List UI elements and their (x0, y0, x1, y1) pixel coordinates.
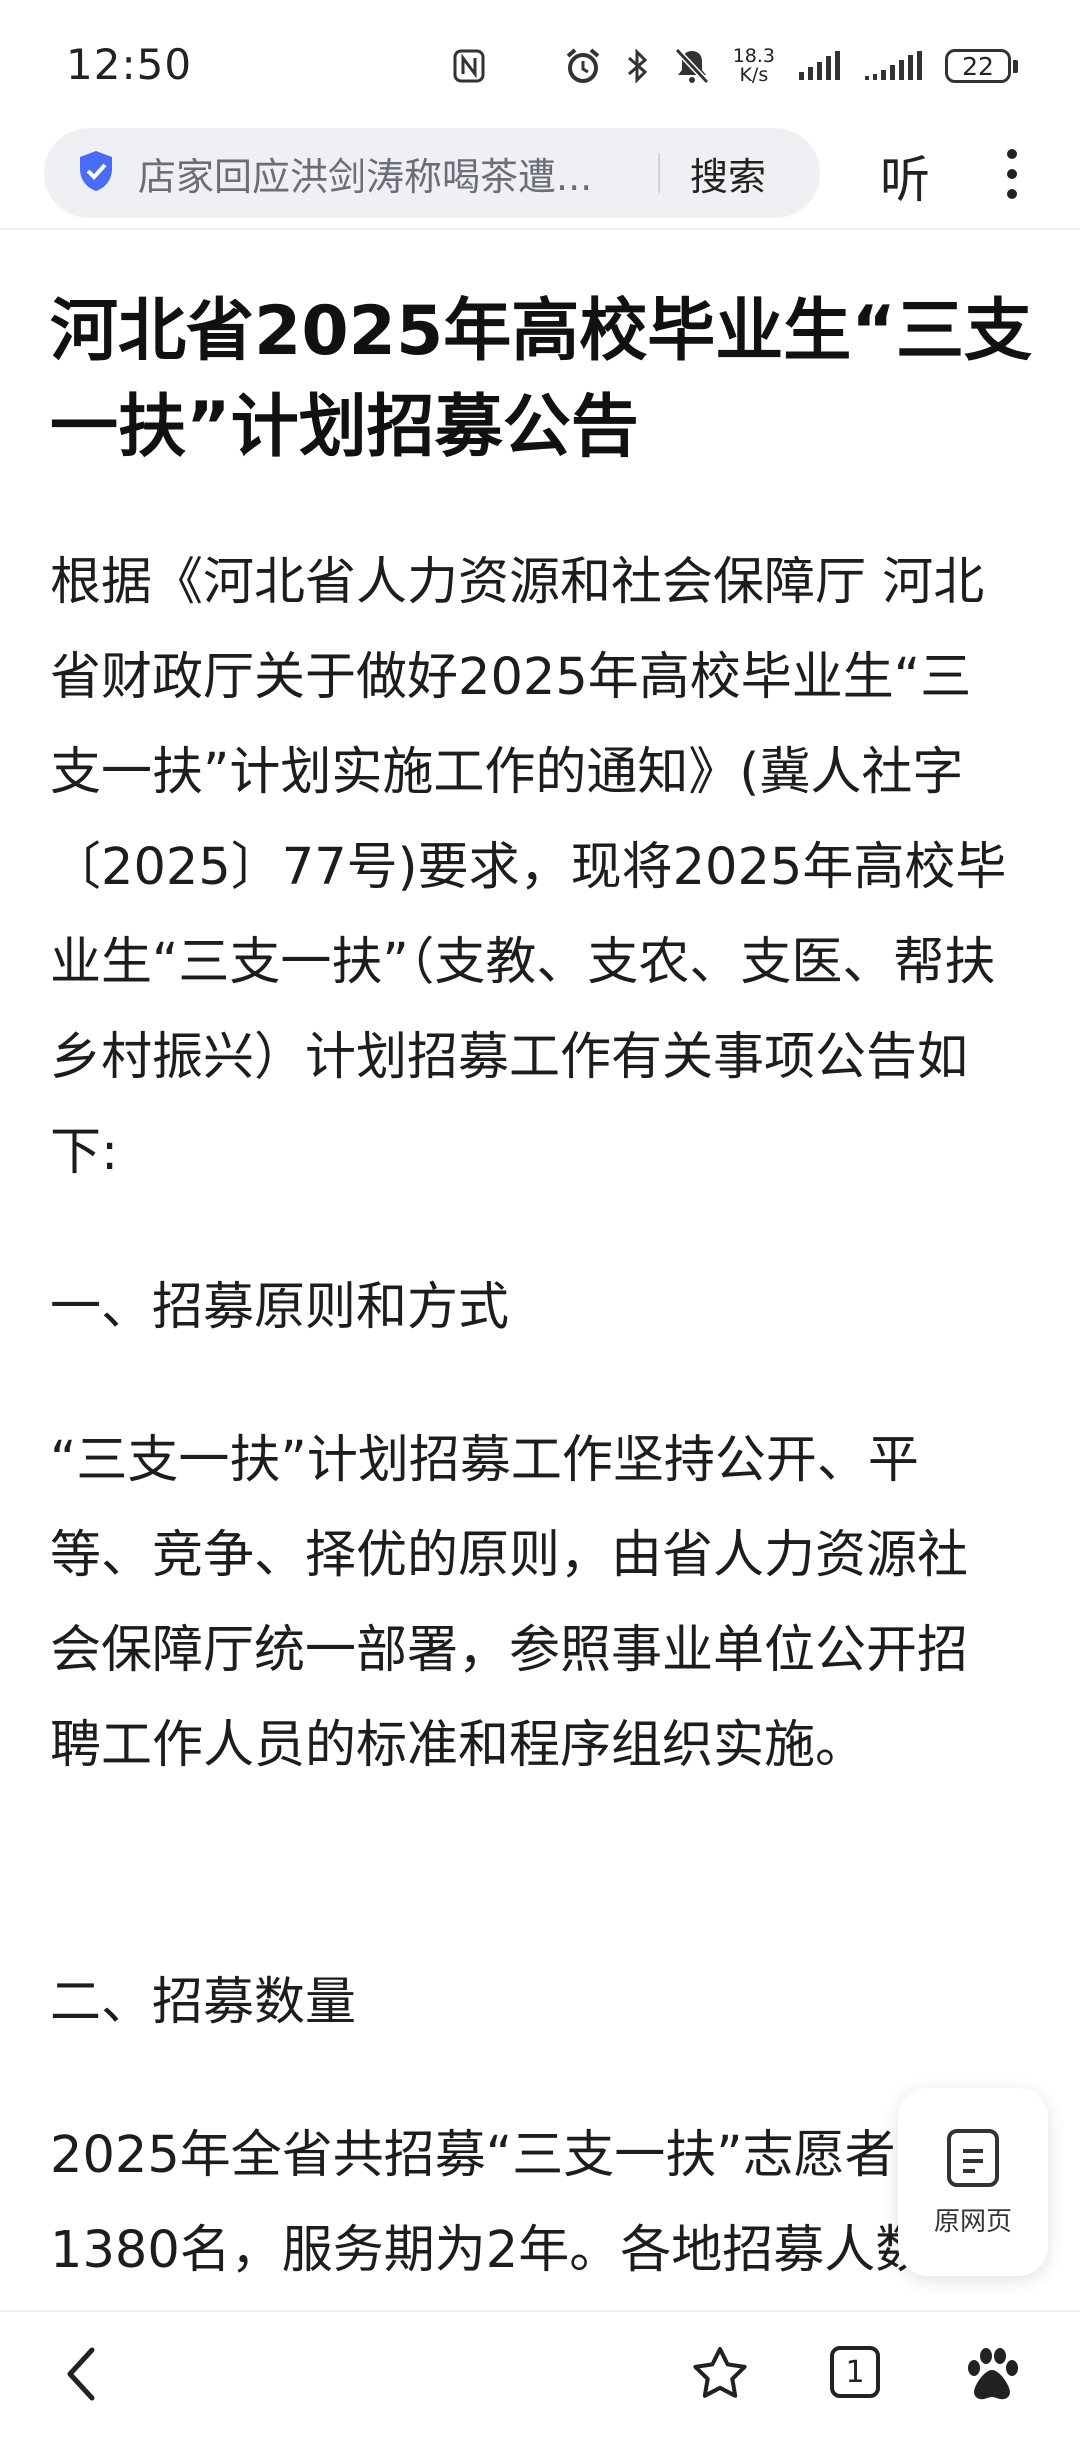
status-time: 12:50 (66, 40, 193, 89)
document-icon (947, 2128, 999, 2187)
baidu-paw-icon[interactable] (962, 2344, 1022, 2408)
back-icon[interactable] (60, 2344, 104, 2408)
net-speed-unit: K/s (739, 64, 769, 86)
search-button[interactable]: 搜索 (690, 146, 766, 201)
search-divider (658, 153, 660, 193)
signal-icon-2 (863, 50, 923, 82)
net-speed: 18.3 K/s (733, 47, 775, 85)
bottom-nav: 1 (0, 2310, 1080, 2440)
article-paragraph: 根据《河北省人力资源和社会保障厅 河北省财政厅关于做好2025年高校毕业生“三支… (50, 553, 1007, 1182)
battery-icon: 22 (945, 49, 1018, 83)
original-page-label: 原网页 (933, 2206, 1012, 2237)
article-paragraph: “三支一扶”计划招募工作坚持公开、平等、竞争、择优的原则，由省人力资源社会保障厅… (50, 1431, 969, 1775)
article-paragraph: 2025年全省共招募“三支一扶”志愿者1380名，服务期为2年。各地招募人数..… (50, 2126, 975, 2280)
article-title: 河北省2025年高校毕业生“三支一扶”计划招募公告 (50, 292, 1032, 467)
signal-icon (797, 50, 841, 82)
section-heading: 一、招募原则和方式 (50, 1278, 510, 1337)
header-divider (0, 228, 1080, 230)
status-icons (452, 44, 486, 88)
more-menu-icon[interactable] (994, 146, 1030, 202)
battery-level: 22 (945, 49, 1011, 83)
battery-tip (1013, 59, 1018, 73)
mute-icon (673, 46, 711, 86)
tab-count: 1 (845, 2354, 865, 2390)
alarm-icon (563, 46, 603, 86)
original-page-button[interactable]: 原网页 (898, 2088, 1048, 2276)
shield-icon (44, 149, 116, 197)
star-icon[interactable] (690, 2344, 750, 2408)
bluetooth-icon (625, 46, 651, 86)
status-icons-right: 18.3 K/s 22 (563, 44, 1018, 88)
listen-button[interactable]: 听 (880, 140, 930, 212)
search-bar[interactable]: 店家回应洪剑涛称喝茶遭... 搜索 (44, 128, 820, 218)
search-input[interactable]: 店家回应洪剑涛称喝茶遭... (138, 146, 638, 201)
section-heading: 二、招募数量 (50, 1973, 357, 2032)
status-bar: 12:50 18.3 K/s 22 (0, 0, 1080, 130)
tabs-button[interactable]: 1 (828, 2344, 882, 2400)
nfc-icon (452, 48, 486, 84)
